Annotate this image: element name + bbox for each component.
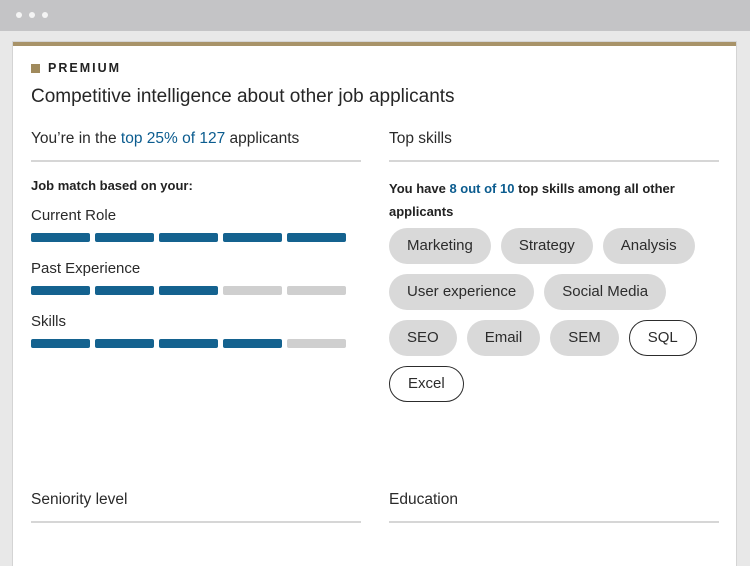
progress-segment-filled xyxy=(287,233,346,242)
card-title: Competitive intelligence about other job… xyxy=(31,86,455,107)
progress-segment-filled xyxy=(31,339,90,348)
progress-segment-filled xyxy=(95,339,154,348)
top-skills-summary: You have 8 out of 10 top skills among al… xyxy=(389,177,709,223)
seniority-section: Seniority level xyxy=(31,491,361,523)
window-titlebar xyxy=(0,0,750,31)
skills-summary-highlight: 8 out of 10 xyxy=(449,181,515,196)
skill-chip[interactable]: Excel xyxy=(389,366,464,402)
metric-label: Current Role xyxy=(31,207,117,224)
seniority-heading: Seniority level xyxy=(31,491,361,523)
progress-segment-filled xyxy=(31,233,90,242)
top-skills-section: Top skills You have 8 out of 10 top skil… xyxy=(389,130,719,412)
skill-chip[interactable]: Marketing xyxy=(389,228,491,264)
education-section: Education xyxy=(389,491,719,523)
progress-segment-filled xyxy=(95,233,154,242)
window-dot-icon xyxy=(29,12,35,18)
skill-chip[interactable]: Email xyxy=(466,320,541,356)
skill-chip[interactable]: User experience xyxy=(389,274,535,310)
progress-segment-filled xyxy=(223,233,282,242)
ranking-highlight: top 25% of 127 xyxy=(120,130,226,147)
skill-chip[interactable]: Social Media xyxy=(544,274,667,310)
match-metric: Past Experience xyxy=(31,260,361,295)
progress-segment-filled xyxy=(31,286,90,295)
metric-label: Past Experience xyxy=(31,260,141,277)
premium-badge-icon xyxy=(31,63,40,73)
job-match-label: Job match based on your: xyxy=(31,178,193,193)
ranking-prefix: You’re in the xyxy=(31,130,121,147)
metric-label: Skills xyxy=(31,313,67,330)
skill-chip[interactable]: SEO xyxy=(389,320,457,356)
match-metric: Current Role xyxy=(31,207,361,242)
progress-segment-filled xyxy=(159,286,218,295)
progress-segment-filled xyxy=(95,286,154,295)
metric-progress-bar xyxy=(31,286,361,295)
insights-card: PREMIUM Competitive intelligence about o… xyxy=(13,42,736,566)
progress-segment-empty xyxy=(223,286,282,295)
education-heading: Education xyxy=(389,491,719,523)
progress-segment-filled xyxy=(223,339,282,348)
premium-label: PREMIUM xyxy=(48,61,122,75)
progress-segment-empty xyxy=(287,286,346,295)
progress-segment-filled xyxy=(159,233,218,242)
skill-chip-list: Marketing Strategy Analysis User experience… xyxy=(389,228,709,412)
metric-progress-bar xyxy=(31,339,361,348)
ranking-heading: You’re in the top 25% of 127 applicants xyxy=(31,130,361,162)
skill-chip[interactable]: SEM xyxy=(550,320,619,356)
progress-segment-empty xyxy=(287,339,346,348)
top-skills-heading: Top skills xyxy=(389,130,719,162)
applicant-ranking-section: You’re in the top 25% of 127 applicants … xyxy=(31,130,361,348)
skill-chip[interactable]: Strategy xyxy=(500,228,593,264)
window-dot-icon xyxy=(42,12,48,18)
ranking-suffix: applicants xyxy=(225,130,300,147)
progress-segment-filled xyxy=(159,339,218,348)
match-metrics: Current Role Past Experience Skills xyxy=(31,207,361,348)
match-metric: Skills xyxy=(31,313,361,348)
window-dot-icon xyxy=(16,12,22,18)
skills-summary-prefix: You have xyxy=(389,181,450,196)
premium-header: PREMIUM xyxy=(31,61,121,75)
skill-chip[interactable]: Analysis xyxy=(602,228,695,264)
skill-chip[interactable]: SQL xyxy=(628,320,697,356)
metric-progress-bar xyxy=(31,233,361,242)
